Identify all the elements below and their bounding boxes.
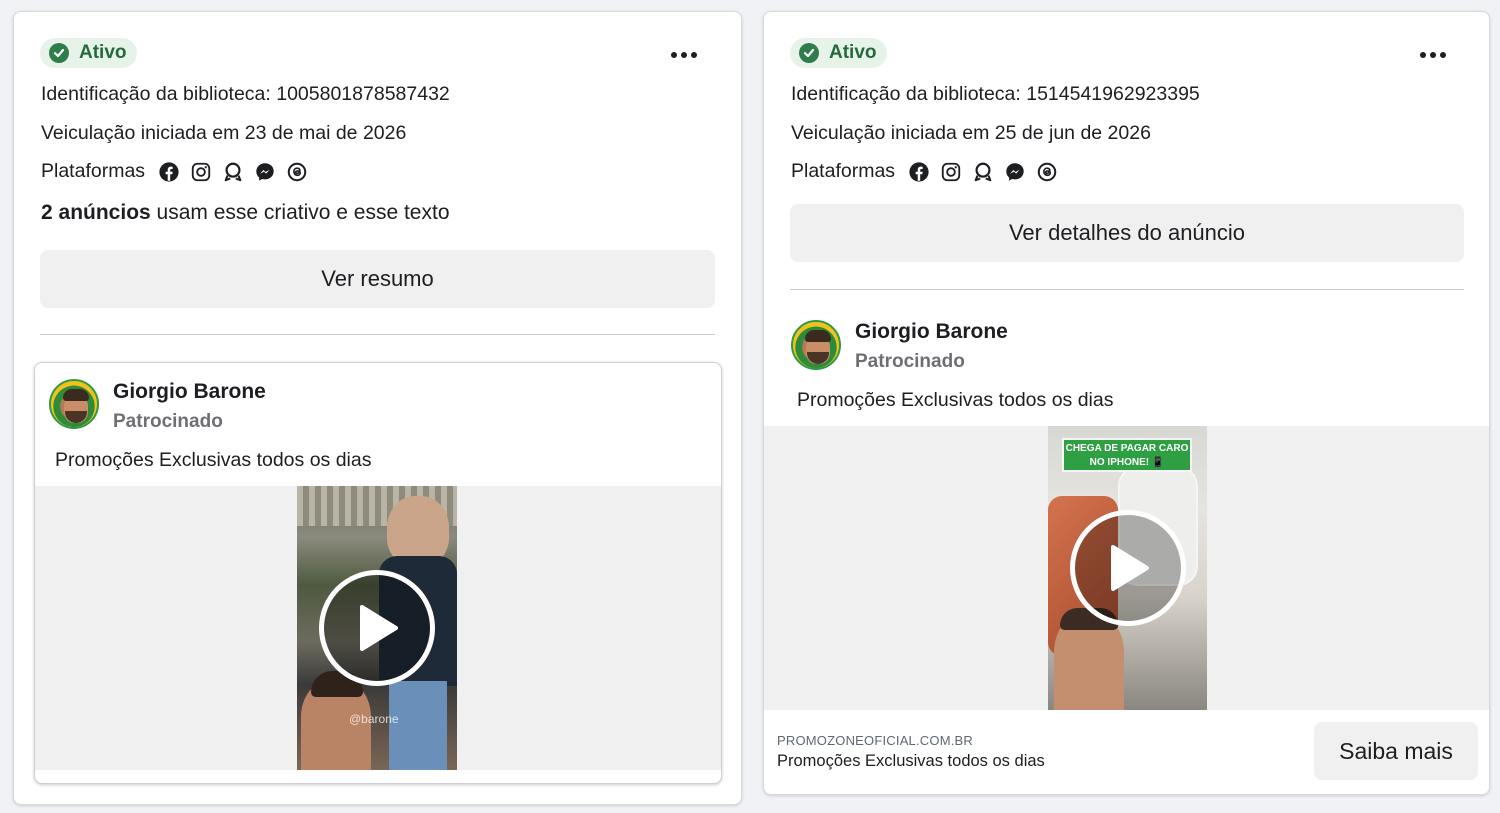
advertiser-name[interactable]: Giorgio Barone (855, 320, 1008, 344)
facebook-icon (909, 161, 929, 182)
platforms-row: Plataformas (41, 160, 308, 183)
more-options-icon[interactable] (671, 52, 697, 58)
advertiser-avatar[interactable] (791, 320, 841, 370)
usage-count: 2 anúncios (41, 201, 151, 224)
video-watermark: @barone (349, 712, 399, 726)
view-summary-button[interactable]: Ver resumo (40, 250, 715, 308)
threads-icon (1037, 162, 1057, 181)
ad-body-text: Promoções Exclusivas todos os dias (55, 449, 372, 471)
learn-more-button[interactable]: Saiba mais (1314, 722, 1478, 780)
platforms-label: Plataformas (41, 160, 146, 182)
caption-line-1: CHEGA DE PAGAR CARO (1065, 443, 1189, 454)
status-label: Ativo (829, 42, 877, 63)
status-badge: Ativo (790, 38, 887, 68)
status-label: Ativo (79, 42, 127, 63)
ad-card-1: Ativo Identificação da biblioteca: 10058… (13, 11, 742, 805)
ad-card-2: Ativo Identificação da biblioteca: 15145… (763, 11, 1490, 795)
instagram-icon (191, 162, 211, 181)
platforms-label: Plataformas (791, 160, 896, 182)
link-title[interactable]: Promoções Exclusivas todos os dias (777, 752, 1045, 771)
library-id: Identificação da biblioteca: 15145419629… (791, 83, 1200, 105)
play-button[interactable] (1070, 510, 1186, 626)
start-date: Veiculação iniciada em 23 de mai de 2026 (41, 122, 407, 144)
audience-network-icon (974, 162, 992, 181)
instagram-icon (941, 162, 961, 181)
play-icon (1111, 545, 1149, 591)
video-thumbnail[interactable]: @barone (297, 486, 457, 770)
sponsored-label: Patrocinado (855, 351, 965, 372)
caption-line-2: NO IPHONE! 📱 (1089, 457, 1165, 468)
check-circle-icon (49, 43, 69, 63)
threads-icon (287, 162, 307, 181)
ad-body-text: Promoções Exclusivas todos os dias (797, 389, 1114, 411)
media-area: CHEGA DE PAGAR CARO NO IPHONE! 📱 (764, 426, 1489, 710)
start-date: Veiculação iniciada em 25 de jun de 2026 (791, 122, 1151, 144)
view-ad-details-button[interactable]: Ver detalhes do anúncio (790, 204, 1464, 262)
media-area: @barone (35, 486, 721, 770)
advertiser-name[interactable]: Giorgio Barone (113, 380, 266, 404)
library-id: Identificação da biblioteca: 10058018785… (41, 83, 450, 105)
advertiser-avatar[interactable] (49, 379, 99, 429)
divider (790, 289, 1464, 290)
usage-text: usam esse criativo e esse texto (150, 201, 450, 224)
thumbnail-caption: CHEGA DE PAGAR CARO NO IPHONE! 📱 (1062, 438, 1192, 472)
messenger-icon (256, 162, 274, 181)
check-circle-icon (799, 43, 819, 63)
sponsored-label: Patrocinado (113, 411, 223, 432)
audience-network-icon (224, 162, 242, 181)
divider (40, 334, 715, 335)
usage-summary: 2 anúncios usam esse criativo e esse tex… (41, 201, 450, 225)
platforms-row: Plataformas (791, 160, 1058, 183)
messenger-icon (1006, 162, 1024, 181)
video-thumbnail[interactable]: CHEGA DE PAGAR CARO NO IPHONE! 📱 (1048, 426, 1207, 710)
ad-preview: Giorgio Barone Patrocinado Promoções Exc… (34, 362, 722, 784)
link-domain[interactable]: PROMOZONEOFICIAL.COM.BR (777, 733, 973, 748)
facebook-icon (159, 161, 179, 182)
play-icon (360, 605, 398, 651)
more-options-icon[interactable] (1420, 52, 1446, 58)
status-badge: Ativo (40, 38, 137, 68)
play-button[interactable] (319, 570, 435, 686)
